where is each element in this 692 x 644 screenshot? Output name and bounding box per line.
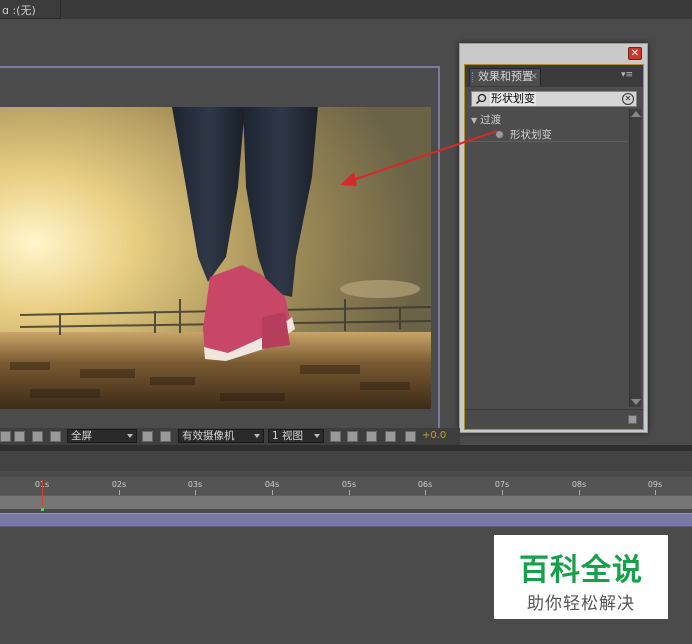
view-layout-value: 1 视图 — [272, 430, 304, 442]
exposure-value[interactable]: +0.0 — [422, 430, 446, 441]
tab-grip-icon[interactable] — [472, 72, 475, 82]
panel-menu-icon[interactable]: ▾≡ — [621, 70, 633, 80]
camera-value: 有效摄像机 — [182, 430, 235, 442]
tab-effects-presets-label: 效果和预置 — [478, 70, 533, 83]
tick-label: 08s — [571, 480, 587, 489]
current-time-indicator[interactable] — [42, 480, 43, 510]
tick-label: 05s — [341, 480, 357, 489]
work-area-bar[interactable] — [0, 495, 692, 509]
toggle-pixel-aspect-icon[interactable] — [330, 431, 341, 442]
effect-label: 形状划变 — [510, 129, 552, 141]
scroll-down-icon[interactable] — [631, 399, 641, 405]
tick-label: 02s — [111, 480, 127, 489]
panel-scrollbar[interactable] — [629, 109, 641, 407]
panel-footer — [465, 409, 643, 429]
effects-presets-panel: 效果和预置 × ▾≡ 形状划变 ✕ ▼ 过渡 形状划变 — [464, 64, 644, 430]
flowchart-icon[interactable] — [385, 431, 396, 442]
top-bar: ɑ :(无) — [0, 0, 692, 19]
tick-label: 06s — [417, 480, 433, 489]
timeline-icon[interactable] — [366, 431, 377, 442]
tab-close-icon[interactable]: × — [530, 69, 538, 85]
topbar-label: ɑ :(无) — [2, 4, 36, 17]
fast-previews-icon[interactable] — [347, 431, 358, 442]
watermark-title: 百科全说 — [519, 553, 643, 588]
show-snapshot-icon[interactable] — [32, 431, 43, 442]
effect-icon — [495, 130, 504, 139]
camera-dropdown[interactable]: 有效摄像机 — [178, 429, 264, 443]
time-ruler[interactable]: 01s 02s 03s 04s 05s 06s 07s 08s 09s — [0, 477, 692, 495]
view-layout-dropdown[interactable]: 1 视图 — [268, 429, 324, 443]
watermark-subtitle: 助你轻松解决 — [527, 594, 635, 614]
effects-tree: ▼ 过渡 形状划变 — [465, 111, 627, 407]
tick-label: 04s — [264, 480, 280, 489]
transparency-grid-icon[interactable] — [160, 431, 171, 442]
tree-category-transition[interactable]: ▼ 过渡 — [465, 113, 627, 127]
tick-label: 03s — [187, 480, 203, 489]
category-label: 过渡 — [480, 114, 502, 126]
topbar-tab-strip — [60, 0, 692, 19]
watermark-logo: 百科全说 助你轻松解决 — [494, 535, 668, 619]
chevron-down-icon — [254, 434, 260, 438]
resolution-dropdown[interactable]: 全屏 — [67, 429, 137, 443]
new-folder-icon[interactable] — [628, 415, 637, 424]
timeline-header — [0, 451, 692, 471]
viewer-toolbar: 全屏 有效摄像机 1 视图 +0.0 — [0, 428, 460, 445]
effects-presets-window: ✕ 效果和预置 × ▾≡ 形状划变 ✕ ▼ 过渡 形状划变 — [459, 43, 648, 433]
scroll-up-icon[interactable] — [631, 111, 641, 117]
window-close-button[interactable]: ✕ — [628, 47, 642, 60]
tick-label: 07s — [494, 480, 510, 489]
app-root: ɑ :(无) ✕ 效果和预置 × ▾≡ 形状划变 ✕ ▼ 过渡 形状划变 全屏 … — [0, 0, 692, 644]
clear-search-icon[interactable]: ✕ — [622, 93, 634, 105]
chevron-down-icon — [127, 434, 133, 438]
tree-item-shape-wipe[interactable]: 形状划变 — [465, 128, 627, 142]
expand-triangle-icon[interactable]: ▼ — [471, 116, 477, 125]
region-of-interest-icon[interactable] — [142, 431, 153, 442]
panel-tab-row: 效果和预置 × ▾≡ — [465, 65, 643, 87]
magnification-icon[interactable] — [0, 431, 11, 442]
composition-image — [0, 107, 431, 409]
color-channels-icon[interactable] — [50, 431, 61, 442]
search-icon — [475, 93, 487, 105]
snapshot-icon[interactable] — [14, 431, 25, 442]
keyframe-marker — [41, 508, 44, 511]
tick-label: 09s — [647, 480, 663, 489]
reset-exposure-icon[interactable] — [405, 431, 416, 442]
chevron-down-icon — [314, 434, 320, 438]
effects-search-input[interactable]: 形状划变 ✕ — [471, 91, 637, 107]
search-value: 形状划变 — [490, 92, 536, 106]
resolution-value: 全屏 — [71, 430, 92, 442]
tab-effects-presets[interactable]: 效果和预置 × — [469, 68, 541, 86]
layer-duration-bar[interactable] — [0, 513, 692, 527]
